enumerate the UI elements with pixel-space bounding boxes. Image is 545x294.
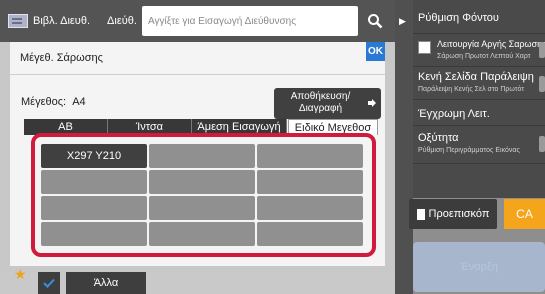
- other-button[interactable]: Άλλα: [66, 272, 146, 294]
- sidebar-item-blank-page-skip[interactable]: Κενή Σελίδα Παράλειψη Παράλειψη Κενής Σε…: [413, 67, 545, 100]
- custom-size-slot[interactable]: [149, 222, 255, 246]
- sidebar-item-label: Λειτουργία Αργής Σαρωσης: [437, 39, 545, 49]
- sidebar-item-color-mode[interactable]: Έγχρωμη Λειτ.: [413, 100, 545, 126]
- title-divider: [10, 74, 385, 75]
- check-button[interactable]: [38, 272, 60, 294]
- sidebar-item-sharpness[interactable]: Οξύτητα Ρύθμιση Περιγράμματος Εικόνας: [413, 126, 545, 164]
- store-delete-label-line2: Διαγραφή: [298, 103, 343, 114]
- search-button[interactable]: [360, 6, 390, 36]
- size-readout: Μέγεθος: A4: [21, 96, 86, 108]
- custom-size-slot[interactable]: [149, 144, 255, 168]
- sidebar-item-background[interactable]: Ρύθμιση Φόντου: [413, 0, 545, 34]
- clear-all-button[interactable]: CA: [504, 199, 545, 229]
- sidebar-item-label: Ρύθμιση Φόντου: [418, 12, 499, 24]
- sidebar-item-sublabel: Σάρωση Πρωτοτ Λεπτού Χαρτ: [437, 53, 531, 60]
- sidebar-item-label: Έγχρωμη Λειτ.: [418, 108, 490, 120]
- custom-size-slot[interactable]: [257, 170, 363, 194]
- arrow-right-icon: [368, 99, 376, 107]
- collapse-arrow-icon: ▶: [399, 16, 406, 26]
- ok-button[interactable]: OK: [366, 42, 385, 61]
- item-scroll-handle: [539, 136, 545, 152]
- address-book-label: Βιβλ. Διευθ.: [33, 15, 90, 27]
- checkmark-icon: [43, 278, 55, 288]
- search-icon: [368, 14, 383, 29]
- preview-button[interactable]: Προεπισκόπ: [409, 199, 497, 229]
- sidebar-item-label: Κενή Σελίδα Παράλειψη: [418, 71, 534, 83]
- sidebar-item-sublabel: Παράλειψη Κενής Σελ στο Πρωτότ: [418, 86, 525, 93]
- custom-size-slot[interactable]: [149, 196, 255, 220]
- store-delete-button[interactable]: Αποθήκευση/ Διαγραφή: [274, 88, 381, 119]
- destination-label: Διεύθ.: [107, 15, 137, 27]
- preview-label: Προεπισκόπ: [428, 208, 490, 220]
- star-icon[interactable]: ★: [14, 266, 27, 283]
- size-label: Μέγεθος:: [21, 96, 67, 108]
- scan-size-dialog: Μέγεθ. Σάρωσης OK Μέγεθος: A4 Αποθήκευση…: [10, 42, 385, 266]
- custom-size-slot[interactable]: [149, 170, 255, 194]
- custom-size-slot[interactable]: [257, 196, 363, 220]
- address-input-placeholder: Αγγίξτε για Εισαγωγή Διεύθυνσης: [148, 15, 297, 27]
- sidebar-collapse-handle[interactable]: ▶: [395, 0, 413, 294]
- custom-size-slot[interactable]: [257, 222, 363, 246]
- size-value: A4: [72, 96, 86, 108]
- custom-size-slot[interactable]: [41, 196, 147, 220]
- item-scroll-handle: [539, 42, 545, 58]
- top-bar: Βιβλ. Διευθ. Διεύθ. Αγγίξτε για Εισαγωγή…: [0, 0, 395, 42]
- dialog-title: Μέγεθ. Σάρωσης: [20, 52, 103, 64]
- sidebar-item-sublabel: Ρύθμιση Περιγράμματος Εικόνας: [418, 147, 520, 154]
- custom-size-slot[interactable]: [41, 170, 147, 194]
- store-delete-label-line1: Αποθήκευση/: [290, 91, 351, 102]
- custom-size-slot[interactable]: X297 Y210: [41, 144, 147, 168]
- settings-sidebar: Ρύθμιση Φόντου Λειτουργία Αργής Σαρωσης …: [413, 0, 545, 198]
- address-book-icon: [8, 14, 28, 28]
- slow-scan-checkbox[interactable]: [418, 41, 431, 54]
- preview-icon: [416, 208, 425, 220]
- item-scroll-handle: [539, 76, 545, 92]
- start-button[interactable]: Έναρξη: [413, 242, 545, 292]
- sidebar-item-label: Οξύτητα: [418, 132, 459, 144]
- custom-size-slot[interactable]: [257, 144, 363, 168]
- address-book-tab[interactable]: Βιβλ. Διευθ.: [8, 0, 102, 42]
- destination-tab[interactable]: Διεύθ.: [102, 0, 142, 42]
- address-input[interactable]: Αγγίξτε για Εισαγωγή Διεύθυνσης: [142, 6, 358, 36]
- sidebar-item-slow-scan[interactable]: Λειτουργία Αργής Σαρωσης Σάρωση Πρωτοτ Λ…: [413, 34, 545, 67]
- custom-size-slot[interactable]: [41, 222, 147, 246]
